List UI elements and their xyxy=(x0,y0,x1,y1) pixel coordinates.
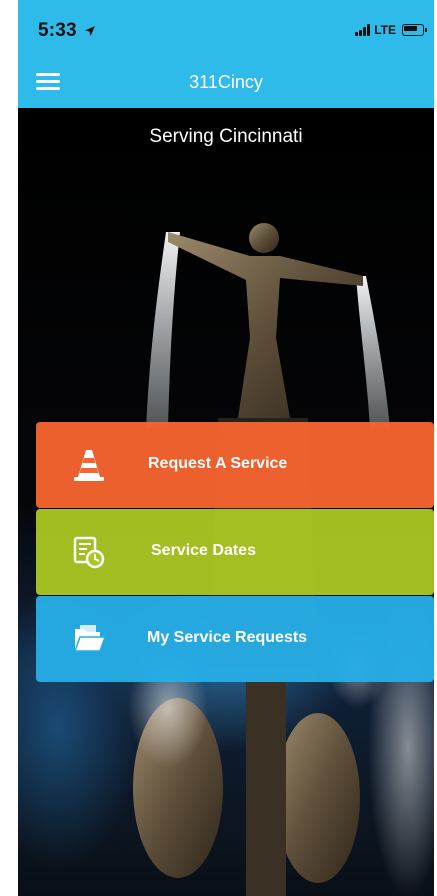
folder-icon xyxy=(73,625,106,652)
request-service-label: Request A Service xyxy=(148,455,288,472)
service-dates-button[interactable]: Service Dates xyxy=(36,509,434,595)
app-title: 311Cincy xyxy=(189,72,263,92)
page-subtitle: Serving Cincinnati xyxy=(149,126,303,147)
status-indicators: LTE xyxy=(355,23,427,37)
status-time: 5:33 xyxy=(38,20,96,42)
traffic-cone-icon xyxy=(74,450,104,481)
status-bar: 5:33 LTE xyxy=(18,0,434,58)
status-time-text: 5:33 xyxy=(38,20,77,41)
app-header: 311Cincy xyxy=(18,58,434,108)
my-service-requests-label: My Service Requests xyxy=(147,629,308,646)
service-dates-label: Service Dates xyxy=(151,542,256,559)
calendar-clock-icon xyxy=(73,536,105,569)
request-service-button[interactable]: Request A Service xyxy=(36,422,434,508)
network-label: LTE xyxy=(374,23,396,37)
battery-icon xyxy=(402,24,427,36)
location-arrow-icon xyxy=(85,25,96,36)
signal-icon xyxy=(355,24,371,36)
my-service-requests-button[interactable]: My Service Requests xyxy=(36,596,434,682)
phone-screen: 5:33 LTE 311Cincy Serving Cincinnati Req… xyxy=(18,0,434,896)
